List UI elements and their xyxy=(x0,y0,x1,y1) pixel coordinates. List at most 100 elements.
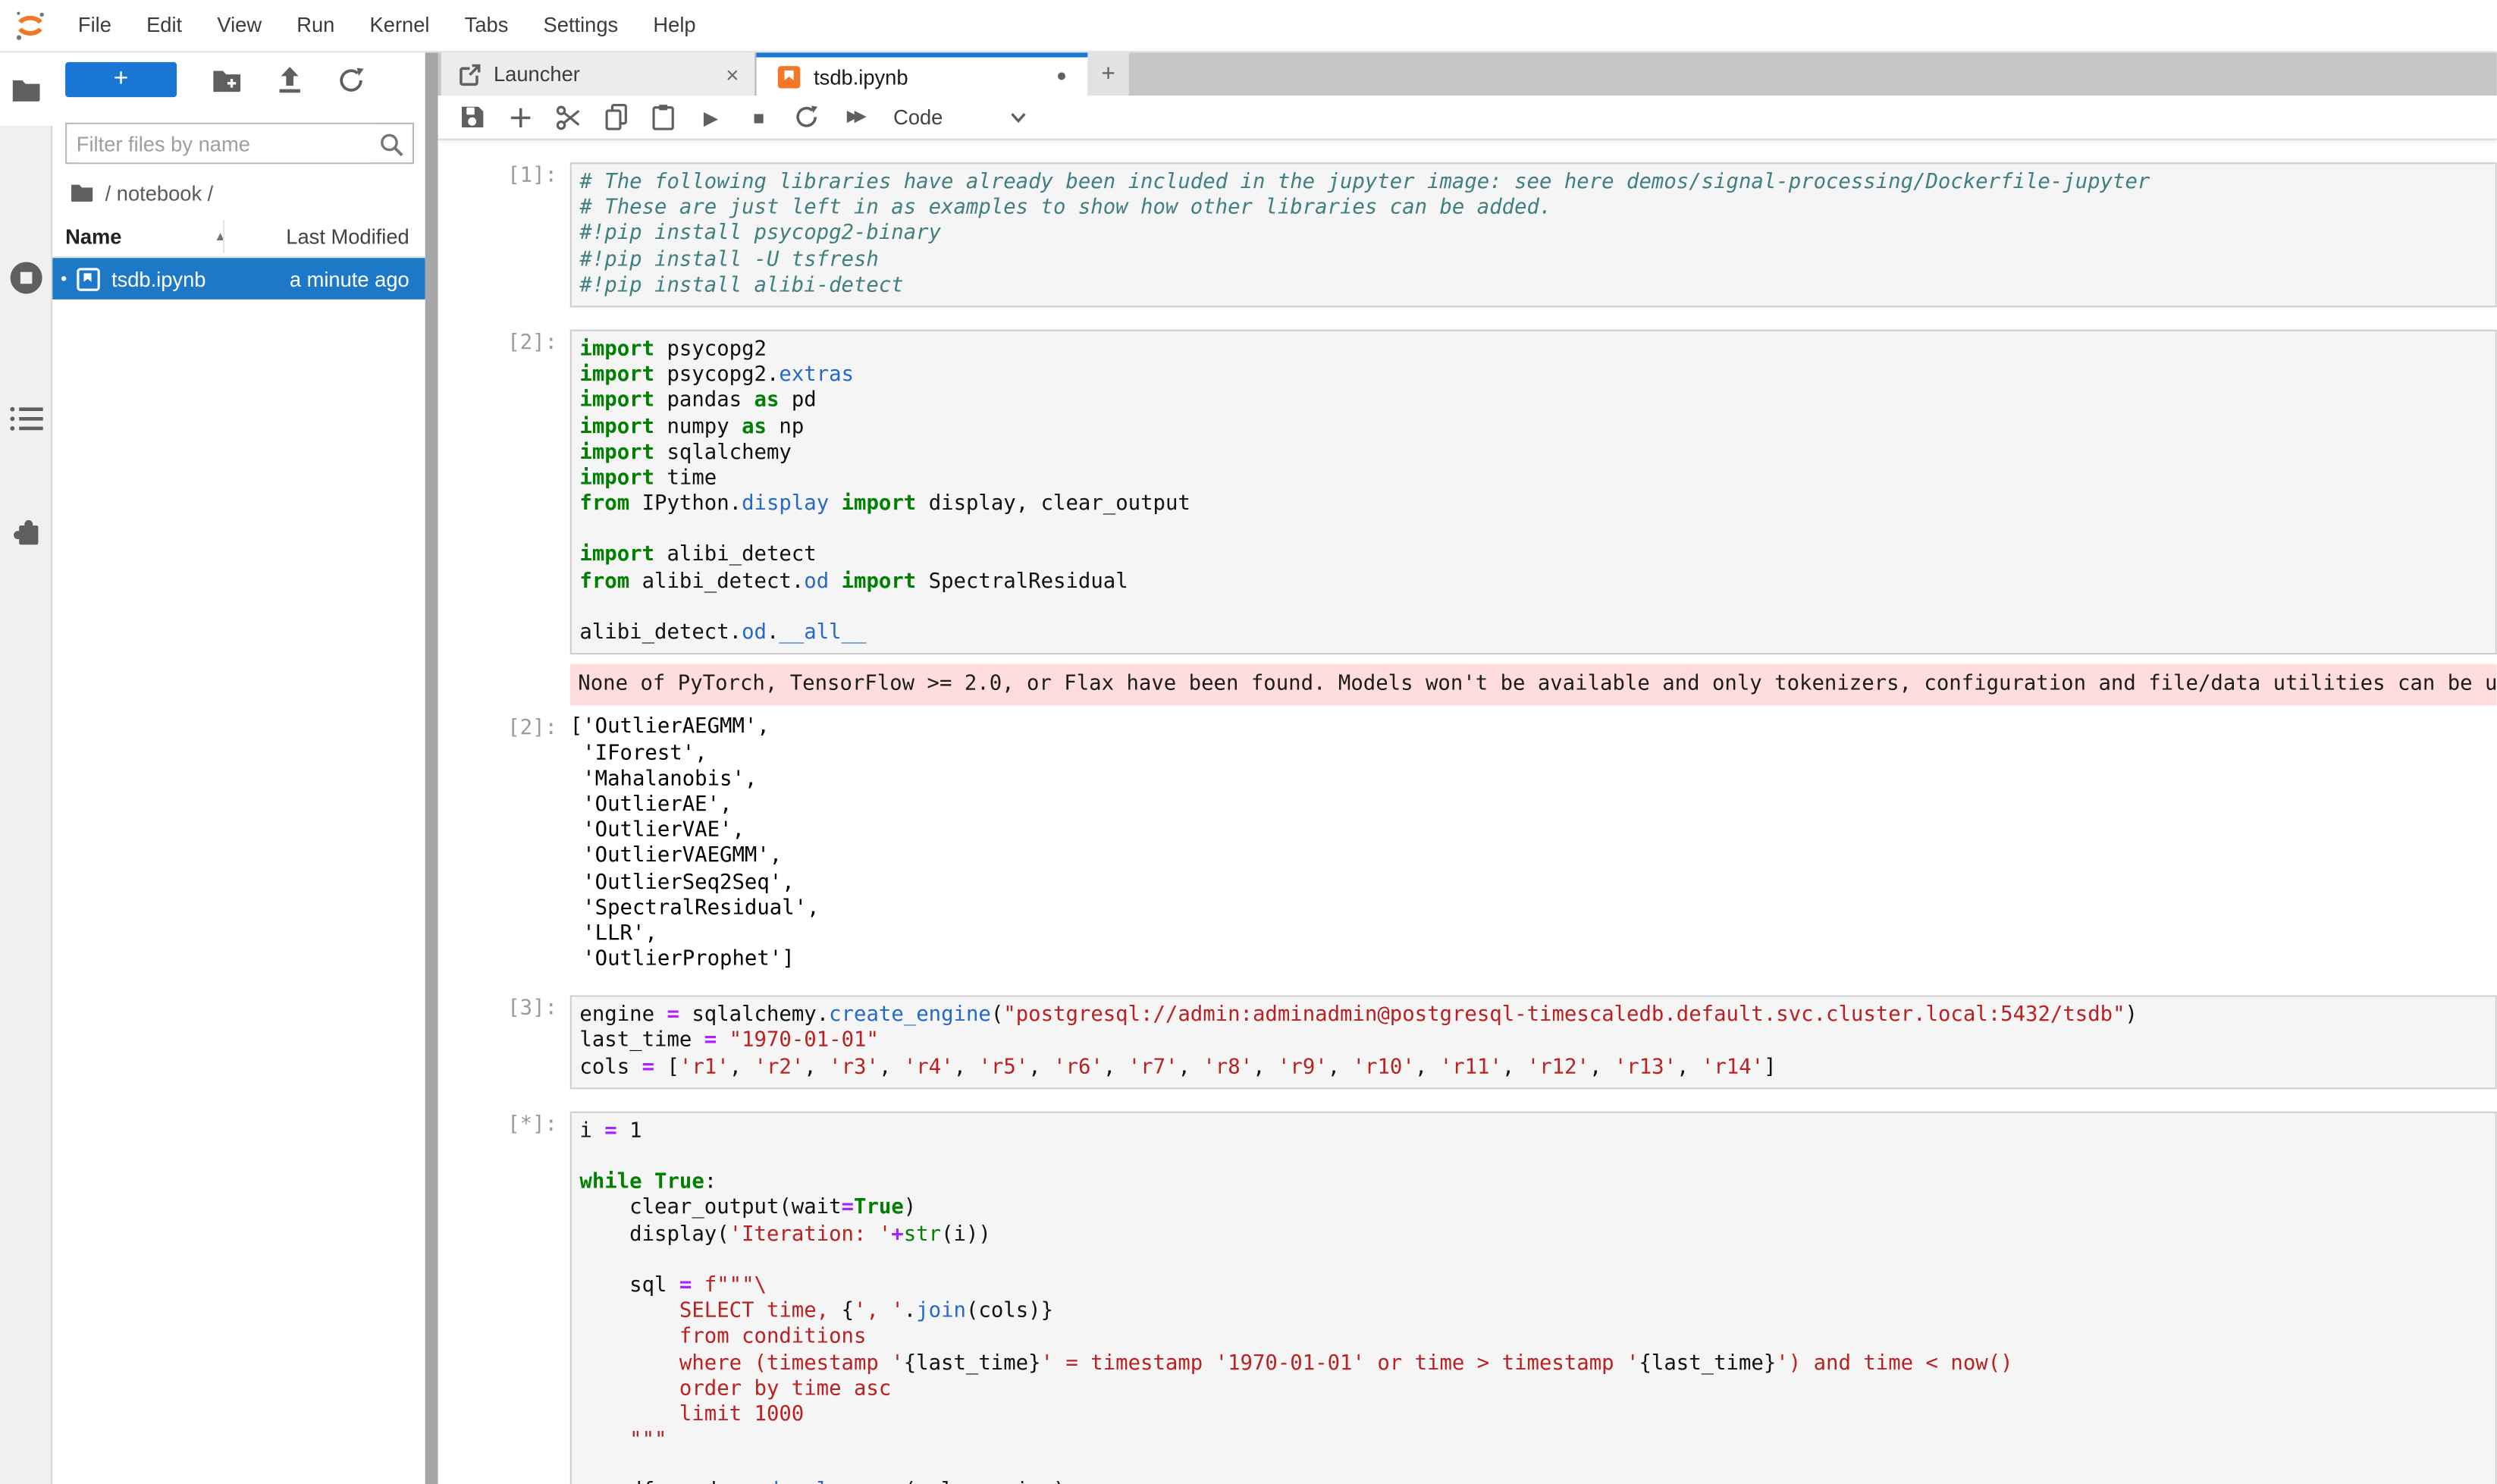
extensions-tab-icon[interactable] xyxy=(0,516,52,551)
cell-editor[interactable]: engine = sqlalchemy.create_engine("postg… xyxy=(570,996,2497,1089)
warning-message: None of PyTorch, TensorFlow >= 2.0, or F… xyxy=(570,664,2497,706)
code-line: clear_output(wait=True) xyxy=(579,1197,2495,1222)
menu-help[interactable]: Help xyxy=(635,0,713,51)
result-line: 'OutlierAE', xyxy=(570,793,2497,819)
menu-items: File Edit View Run Kernel Tabs Settings … xyxy=(61,0,714,51)
code-line: # The following libraries have already b… xyxy=(579,171,2495,196)
code-line: while True: xyxy=(579,1171,2495,1197)
code-line: # These are just left in as examples to … xyxy=(579,196,2495,222)
sort-ascending-icon[interactable]: ▲ xyxy=(214,229,227,243)
panel-splitter[interactable] xyxy=(425,52,438,1484)
code-line: import time xyxy=(579,466,2495,492)
restart-kernel-button[interactable] xyxy=(793,105,820,130)
activity-bar xyxy=(0,52,52,1484)
result-line: 'IForest', xyxy=(570,742,2497,767)
code-line: sql = f"""\ xyxy=(579,1274,2495,1300)
home-folder-icon[interactable] xyxy=(70,183,94,202)
notebook-tab-icon xyxy=(777,64,801,89)
tab-bar: Launcher × tsdb.ipynb ● + xyxy=(438,52,2497,96)
restart-run-all-button[interactable]: ▶▶ xyxy=(841,108,868,126)
code-line: display('Iteration: '+str(i)) xyxy=(579,1222,2495,1248)
cell-editor[interactable]: import psycopg2import psycopg2.extrasimp… xyxy=(570,330,2497,655)
tab-label: Launcher xyxy=(494,62,580,86)
unsaved-changes-dot: ● xyxy=(1056,67,1067,86)
menu-kernel[interactable]: Kernel xyxy=(352,0,447,51)
result-line: 'SpectralResidual', xyxy=(570,896,2497,922)
menu-settings[interactable]: Settings xyxy=(525,0,635,51)
result-line: 'LLR', xyxy=(570,922,2497,948)
execute-result: [2]:['OutlierAEGMM', 'IForest', 'Mahalan… xyxy=(438,716,2497,974)
code-cell: [2]:import psycopg2import psycopg2.extra… xyxy=(438,330,2497,655)
code-line: last_time = "1970-01-01" xyxy=(579,1030,2495,1056)
filter-files-box xyxy=(65,123,414,165)
file-browser-tab-icon[interactable] xyxy=(0,52,52,126)
file-name: tsdb.ipynb xyxy=(111,267,205,291)
jupyter-logo-icon xyxy=(13,8,48,43)
code-line: i = 1 xyxy=(579,1119,2495,1145)
file-modified: a minute ago xyxy=(290,267,409,291)
result-line: 'OutlierProphet'] xyxy=(570,948,2497,974)
file-browser-toolbar: + xyxy=(52,59,425,101)
cell-type-value: Code xyxy=(893,105,943,130)
running-sessions-tab-icon[interactable] xyxy=(0,259,52,296)
code-line: #!pip install alibi-detect xyxy=(579,274,2495,300)
code-line: import numpy as np xyxy=(579,415,2495,441)
cell-type-dropdown[interactable]: Code xyxy=(893,105,1027,130)
menu-view[interactable]: View xyxy=(199,0,279,51)
close-tab-icon[interactable]: × xyxy=(726,61,739,87)
code-line: import sqlalchemy xyxy=(579,441,2495,466)
new-launcher-button[interactable]: + xyxy=(65,62,177,97)
code-cell: [3]:engine = sqlalchemy.create_engine("p… xyxy=(438,996,2497,1089)
refresh-file-list-button[interactable] xyxy=(337,66,365,93)
result-line: 'Mahalanobis', xyxy=(570,767,2497,793)
new-folder-button[interactable] xyxy=(212,67,242,92)
notebook-toolbar: ▶ ■ ▶▶ Code xyxy=(438,96,2497,140)
notebook-area[interactable]: [1]:# The following libraries have alrea… xyxy=(438,140,2497,1484)
execution-count: [2]: xyxy=(438,330,570,357)
upload-button[interactable] xyxy=(277,66,303,93)
cell-editor[interactable]: i = 1 while True: clear_output(wait=True)… xyxy=(570,1111,2497,1484)
launcher-icon xyxy=(459,63,481,85)
menu-tabs[interactable]: Tabs xyxy=(447,0,526,51)
code-line xyxy=(579,1145,2495,1171)
code-line: import pandas as pd xyxy=(579,389,2495,415)
menu-file[interactable]: File xyxy=(61,0,129,51)
code-line: from IPython.display import display, cle… xyxy=(579,492,2495,518)
file-browser-panel: + xyxy=(52,52,425,1484)
breadcrumb-path[interactable]: / notebook / xyxy=(105,180,214,204)
tab-label: tsdb.ipynb xyxy=(814,64,908,89)
paste-cells-button[interactable] xyxy=(650,104,677,131)
tab-launcher[interactable]: Launcher × xyxy=(441,52,757,96)
code-line xyxy=(579,595,2495,621)
code-line: where (timestamp '{last_time}' = timesta… xyxy=(579,1351,2495,1377)
kernel-running-dot: ● xyxy=(61,273,74,284)
run-cell-button[interactable]: ▶ xyxy=(698,106,725,128)
result-line: 'OutlierVAEGMM', xyxy=(570,845,2497,871)
stderr-line: None of PyTorch, TensorFlow >= 2.0, or F… xyxy=(578,673,2496,698)
search-icon xyxy=(379,132,405,158)
new-tab-button[interactable]: + xyxy=(1087,52,1129,96)
interrupt-kernel-button[interactable]: ■ xyxy=(745,106,773,128)
table-of-contents-tab-icon[interactable] xyxy=(0,404,52,433)
copy-cells-button[interactable] xyxy=(602,104,629,131)
menu-run[interactable]: Run xyxy=(279,0,352,51)
code-line: import psycopg2 xyxy=(579,337,2495,363)
code-cell: [1]:# The following libraries have alrea… xyxy=(438,162,2497,307)
cell-editor[interactable]: # The following libraries have already b… xyxy=(570,162,2497,307)
insert-cell-button[interactable] xyxy=(507,106,534,128)
column-last-modified[interactable]: Last Modified xyxy=(286,224,409,249)
activity-bar-lower xyxy=(0,126,52,1484)
code-cell: [*]:i = 1while True: clear_output(wait=T… xyxy=(438,1111,2497,1484)
tab-tsdb[interactable]: tsdb.ipynb ● xyxy=(756,52,1087,96)
code-line xyxy=(579,518,2495,544)
tab-bar-empty xyxy=(1129,52,2497,96)
filter-files-input[interactable] xyxy=(77,124,372,162)
code-line: import alibi_detect xyxy=(579,544,2495,569)
cut-cells-button[interactable] xyxy=(554,105,582,130)
code-line: df = pd.read_sql_query(sql, engine) xyxy=(579,1480,2495,1484)
file-row-tsdb[interactable]: ● tsdb.ipynb a minute ago xyxy=(52,258,425,300)
save-button[interactable] xyxy=(459,105,486,130)
column-name[interactable]: Name xyxy=(65,224,121,249)
jupyterlab-window: File Edit View Run Kernel Tabs Settings … xyxy=(0,0,2497,1484)
menu-edit[interactable]: Edit xyxy=(129,0,199,51)
